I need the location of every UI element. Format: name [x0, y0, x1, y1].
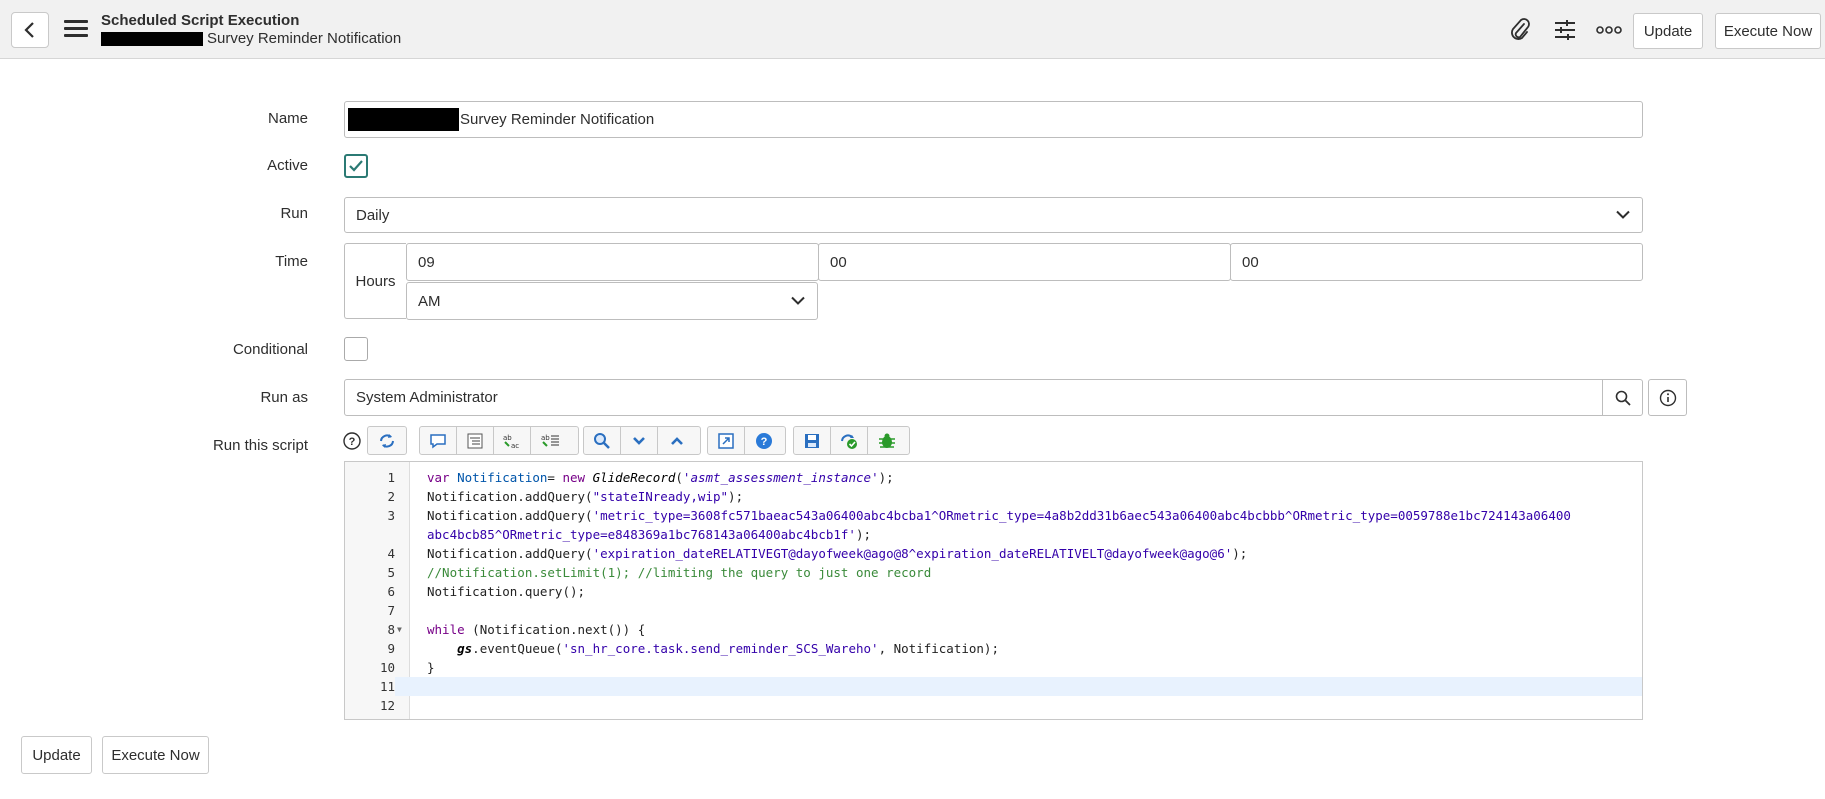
expand-icon — [718, 432, 734, 449]
toolbar-group-5 — [793, 426, 910, 455]
redaction-block — [348, 108, 459, 131]
back-button[interactable] — [11, 12, 49, 48]
lookup-button[interactable] — [1602, 379, 1643, 416]
toolbar-group-2: ab ac ab — [419, 426, 579, 455]
paperclip-icon[interactable] — [1506, 17, 1534, 43]
run-value: Daily — [356, 206, 390, 224]
checkmark-icon — [349, 160, 363, 172]
run-as-value: System Administrator — [356, 389, 498, 406]
chevron-down-icon — [1616, 210, 1630, 219]
more-icon[interactable] — [1595, 17, 1623, 43]
fullscreen-button[interactable] — [708, 427, 745, 454]
svg-text:?: ? — [349, 436, 356, 448]
script-help-button[interactable]: ? — [745, 427, 782, 454]
run-label: Run — [280, 205, 308, 222]
save-script-button[interactable] — [794, 427, 831, 454]
search-icon — [1615, 390, 1631, 406]
toolbar-group-4: ? — [707, 426, 786, 455]
code-line: 6 Notification.query(); — [387, 584, 586, 599]
info-icon — [1659, 389, 1676, 406]
find-previous-button[interactable] — [658, 427, 695, 454]
code-line: 8 ▼ while (Notification.next()) { — [387, 620, 646, 639]
hours-unit-label: Hours — [344, 243, 406, 319]
active-checkbox[interactable] — [344, 154, 368, 178]
code-line: 10 } — [379, 660, 435, 675]
name-label: Name — [267, 110, 308, 127]
fold-arrow-icon[interactable]: ▼ — [397, 620, 402, 639]
code-line-active: 11 — [345, 677, 1642, 696]
svg-text:ac: ac — [511, 442, 519, 450]
code-line: abc4bcb85^ORmetric_type=e848369a1bc76814… — [427, 527, 872, 542]
comment-button[interactable] — [420, 427, 457, 454]
header-update-button[interactable]: Update — [1633, 13, 1703, 49]
seconds-value: 00 — [1242, 253, 1259, 271]
back-icon — [24, 22, 34, 38]
syntax-check-button[interactable] — [831, 427, 868, 454]
footer-execute-now-button[interactable]: Execute Now — [102, 736, 209, 774]
reference-info-button[interactable] — [1648, 379, 1687, 416]
code-line: 5 //Notification.setLimit(1); //limiting… — [387, 565, 932, 580]
form-header: Scheduled Script Execution Survey Remind… — [0, 0, 1825, 59]
name-field[interactable]: Survey Reminder Notification — [344, 101, 1643, 138]
syntax-check-icon — [841, 433, 857, 449]
minutes-input[interactable]: 00 — [818, 243, 1231, 281]
toolbar-group-3 — [583, 426, 701, 455]
conditional-label: Conditional — [232, 341, 308, 358]
replace-icon: abac — [503, 434, 519, 450]
help-icon[interactable]: ? — [343, 432, 361, 450]
run-select[interactable]: Daily — [344, 197, 1643, 233]
form-title: Scheduled Script Execution — [101, 12, 300, 29]
debug-script-button[interactable] — [868, 427, 905, 454]
comment-icon — [430, 433, 446, 448]
chevron-down-icon — [791, 296, 805, 305]
ampm-value: AM — [418, 292, 441, 310]
sliders-icon[interactable] — [1551, 17, 1579, 43]
svg-text:?: ? — [760, 436, 767, 448]
replace-all-icon: ab — [541, 434, 559, 447]
run-as-label: Run as — [260, 389, 308, 406]
code-line: 12 — [379, 698, 395, 713]
svg-text:ab: ab — [541, 434, 550, 442]
save-icon — [805, 433, 819, 448]
script-editor[interactable]: 1 var Notification= new GlideRecord('asm… — [344, 461, 1643, 720]
record-title-text: Survey Reminder Notification — [207, 30, 402, 47]
header-execute-now-button[interactable]: Execute Now — [1715, 13, 1821, 49]
run-as-field[interactable]: System Administrator — [344, 379, 1603, 416]
code-line: 9 gs.eventQueue('sn_hr_core.task.send_re… — [387, 641, 999, 656]
code-line: 2 Notification.addQuery("stateINready,wi… — [387, 489, 744, 504]
search-icon — [594, 432, 610, 449]
name-value: Survey Reminder Notification — [460, 111, 655, 128]
code-line: 3 Notification.addQuery('metric_type=360… — [387, 508, 1571, 523]
record-title: Survey Reminder Notification — [101, 30, 401, 47]
code-line: 7 — [387, 603, 395, 618]
time-label: Time — [275, 253, 308, 270]
replace-button[interactable]: ab ac — [494, 427, 531, 454]
question-icon: ? — [755, 432, 772, 449]
search-code-button[interactable] — [584, 427, 621, 454]
svg-text:ab: ab — [503, 434, 512, 442]
bug-icon — [878, 433, 895, 448]
script-label: Run this script — [212, 437, 308, 454]
format-code-button[interactable] — [457, 427, 494, 454]
hours-input[interactable]: 09 — [406, 243, 819, 281]
hamburger-icon[interactable] — [64, 20, 88, 40]
find-next-button[interactable] — [621, 427, 658, 454]
code-line: 1 var Notification= new GlideRecord('asm… — [387, 470, 894, 485]
toolbar-group-1 — [367, 426, 407, 455]
active-label: Active — [267, 157, 308, 174]
redaction-block — [101, 31, 203, 46]
replace-all-button[interactable]: ab — [531, 427, 568, 454]
seconds-input[interactable]: 00 — [1230, 243, 1643, 281]
conditional-checkbox[interactable] — [344, 337, 368, 361]
chevron-down-icon — [633, 436, 645, 445]
footer-update-button[interactable]: Update — [21, 736, 92, 774]
code-line: 4 Notification.addQuery('expiration_date… — [387, 546, 1248, 561]
format-icon — [467, 433, 483, 448]
refresh-icon — [379, 433, 394, 448]
chevron-up-icon — [670, 436, 683, 445]
toggle-syntax-button[interactable] — [368, 427, 405, 454]
ampm-select[interactable]: AM — [406, 282, 818, 320]
hours-value: 09 — [418, 253, 435, 271]
minutes-value: 00 — [830, 253, 847, 271]
